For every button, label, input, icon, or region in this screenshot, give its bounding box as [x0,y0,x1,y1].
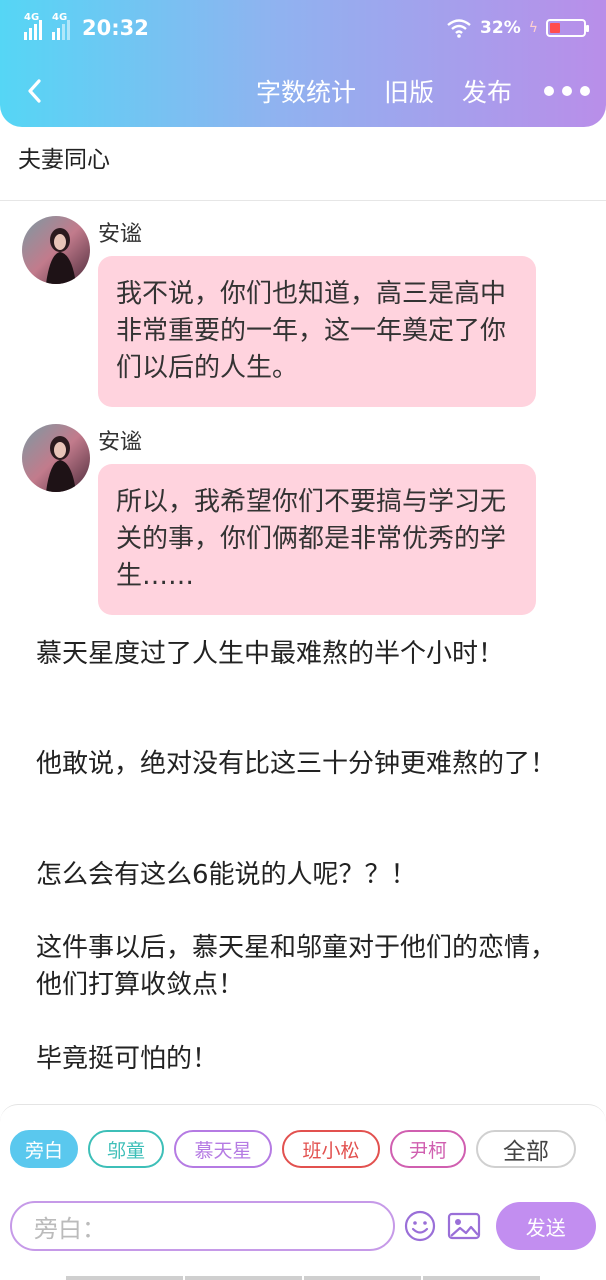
emoji-icon [405,1210,436,1242]
narration-paragraph[interactable]: 毕竟挺可怕的！ [36,1041,566,1078]
image-icon [447,1212,480,1240]
top-bar: 4G 4G 20:32 32% ϟ 字数统计 旧版 发布 [0,0,606,127]
battery-percent: 32% [480,18,521,38]
narration-paragraph[interactable]: 他敢说，绝对没有比这三十分钟更难熬的了！ [36,746,566,783]
publish-button[interactable]: 发布 [462,73,512,109]
clock: 20:32 [82,16,149,40]
network-type-1: 4G [24,12,40,23]
speaker-name: 安谧 [98,430,143,455]
narration-paragraph[interactable]: 这件事以后，慕天星和邬童对于他们的恋情，他们打算收敛点！ [36,930,566,1004]
back-button[interactable] [22,76,46,106]
chevron-left-icon [28,79,41,103]
emoji-button[interactable] [403,1208,438,1244]
battery-icon [546,19,589,37]
divider [0,200,606,201]
send-button[interactable]: 发送 [495,1202,596,1250]
chapter-title[interactable]: 夫妻同心 [18,140,110,174]
composer-panel: 旁白 邬童 慕天星 班小松 尹柯 全部 旁白： 发送 [0,1104,606,1280]
message-input[interactable]: 旁白： [10,1201,395,1251]
role-chip-yinke[interactable]: 尹柯 [390,1130,466,1168]
speech-bubble: 所以，我希望你们不要搞与学习无关的事，你们俩都是非常优秀的学生…… [98,464,536,615]
narration-paragraph[interactable]: 怎么会有这么6能说的人呢？？！ [36,857,566,894]
more-options-icon[interactable] [544,86,590,96]
speech-bubble: 我不说，你们也知道，高三是高中非常重要的一年，这一年奠定了你们以后的人生。 [98,256,536,407]
dialogue-message[interactable]: 安谧 我不说，你们也知道，高三是高中非常重要的一年，这一年奠定了你们以后的人生。 [22,216,542,407]
role-selector: 旁白 邬童 慕天星 班小松 尹柯 全部 [10,1130,596,1168]
word-count-button[interactable]: 字数统计 [256,73,356,109]
old-version-button[interactable]: 旧版 [384,73,434,109]
signal-icon: 4G [24,12,42,40]
narration-paragraph[interactable]: 慕天星度过了人生中最难熬的半个小时！ [36,636,566,673]
wifi-icon [447,19,471,38]
dialogue-message[interactable]: 安谧 所以，我希望你们不要搞与学习无关的事，你们俩都是非常优秀的学生…… [22,424,542,615]
image-button[interactable] [446,1208,481,1244]
navigation-bar [66,1276,540,1280]
signal-icon-2: 4G [52,12,70,40]
role-chip-banxiaosong[interactable]: 班小松 [282,1130,380,1168]
avatar [22,424,90,492]
charging-icon: ϟ [528,20,538,36]
role-chip-wutong[interactable]: 邬童 [88,1130,164,1168]
network-type-2: 4G [52,12,68,23]
avatar [22,216,90,284]
status-bar: 4G 4G 20:32 32% ϟ [24,10,589,46]
speaker-name: 安谧 [98,222,143,247]
role-chip-all[interactable]: 全部 [476,1130,576,1168]
role-chip-narrator[interactable]: 旁白 [10,1130,78,1168]
role-chip-mutianxing[interactable]: 慕天星 [174,1130,272,1168]
